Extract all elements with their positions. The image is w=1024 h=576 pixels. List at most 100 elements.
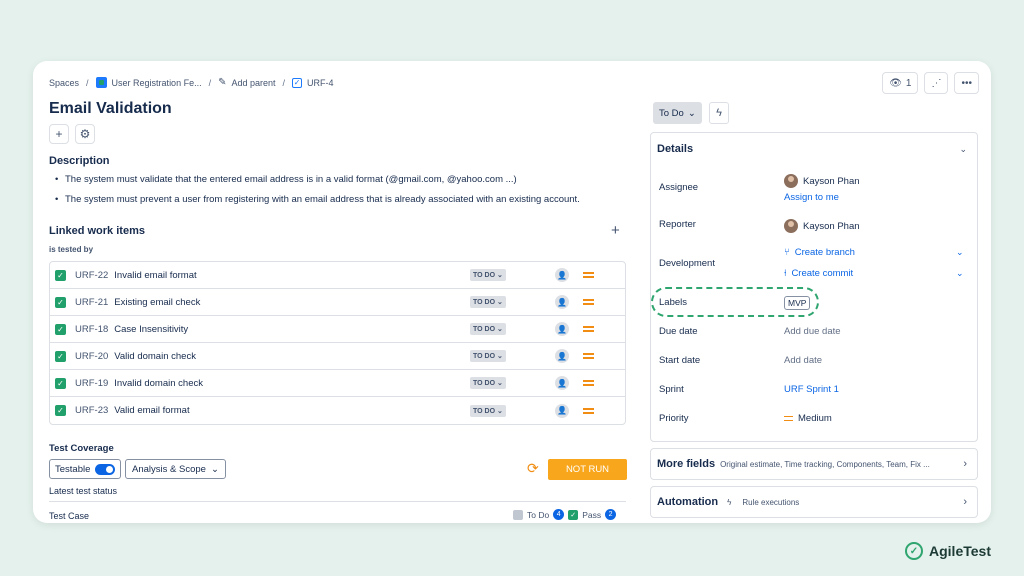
automation-button[interactable]: ϟ [709,102,729,124]
priority-medium-icon [583,326,594,332]
not-run-status[interactable]: NOT RUN [548,459,627,480]
item-key[interactable]: URF-21 [75,297,108,308]
item-summary[interactable]: Existing email check [114,297,200,308]
priority-value[interactable]: Medium [784,413,832,424]
add-parent-link[interactable]: Add parent [231,78,275,88]
list-item[interactable]: ✓ URF-21 Existing email check TO DO ⌄ 👤 [50,289,625,316]
unassigned-avatar-icon[interactable]: 👤 [555,349,569,363]
item-key[interactable]: URF-22 [75,270,108,281]
start-date-value[interactable]: Add date [784,355,822,366]
share-icon: ⋰ [931,77,942,89]
chevron-down-icon[interactable]: ⌄ [959,144,967,155]
automation-panel[interactable]: Automation ϟ Rule executions › [650,486,978,518]
sprint-value[interactable]: URF Sprint 1 [784,384,839,395]
list-item[interactable]: ✓ URF-20 Valid domain check TO DO ⌄ 👤 [50,343,625,370]
share-button[interactable]: ⋰ [924,72,949,94]
status-dropdown[interactable]: TO DO ⌄ [470,323,506,335]
unassigned-avatar-icon[interactable]: 👤 [555,268,569,282]
breadcrumb: Spaces / User Registration Fe... / ✎ Add… [49,77,334,88]
avatar [784,219,798,233]
status-dropdown-button[interactable]: To Do ⌄ [653,102,702,124]
item-summary[interactable]: Invalid email format [114,270,196,281]
item-summary[interactable]: Invalid domain check [114,378,203,389]
more-button[interactable]: ••• [954,72,979,94]
list-item[interactable]: ✓ URF-18 Case Insensitivity TO DO ⌄ 👤 [50,316,625,343]
pass-icon: ✓ [568,509,579,520]
chevron-down-icon: ⌄ [210,463,219,475]
start-date-label: Start date [659,355,701,366]
priority-medium-icon [583,299,594,305]
breadcrumb-project[interactable]: User Registration Fe... [112,78,202,88]
due-date-value[interactable]: Add due date [784,326,841,337]
item-key[interactable]: URF-23 [75,405,108,416]
refresh-icon[interactable]: ⟳ [527,460,539,477]
item-key[interactable]: URF-18 [75,324,108,335]
more-fields-panel[interactable]: More fields Original estimate, Time trac… [650,448,978,480]
divider [49,501,626,502]
unassigned-avatar-icon[interactable]: 👤 [555,376,569,390]
lightning-icon: ϟ [716,107,722,119]
settings-button[interactable]: ⚙ [75,124,95,144]
item-summary[interactable]: Case Insensitivity [114,324,188,335]
breadcrumb-issue-key[interactable]: URF-4 [307,78,334,88]
status-dropdown[interactable]: TO DO ⌄ [470,404,506,417]
add-linked-item-button[interactable]: + [611,222,620,239]
assignee-name: Kayson Phan [803,175,860,187]
unassigned-avatar-icon[interactable]: 👤 [555,322,569,336]
chevron-down-icon[interactable]: ⌄ [956,268,964,279]
status-dropdown[interactable]: TO DO ⌄ [470,269,506,281]
watch-button[interactable]: 👁 1 [882,72,919,94]
test-case-label: Test Case [49,511,90,521]
todo-icon [513,509,523,520]
description-heading: Description [49,155,110,167]
status-dropdown[interactable]: TO DO ⌄ [470,350,506,362]
item-key[interactable]: URF-19 [75,378,108,389]
brand-name: AgileTest [929,543,991,559]
list-item[interactable]: ✓ URF-19 Invalid domain check TO DO ⌄ 👤 [50,370,625,397]
chevron-right-icon: › [963,496,967,508]
item-summary[interactable]: Valid email format [114,405,189,416]
item-summary[interactable]: Valid domain check [114,351,196,362]
test-case-icon: ✓ [55,269,66,281]
assignee-value[interactable]: Kayson Phan [784,174,860,188]
list-item[interactable]: ✓ URF-22 Invalid email format TO DO ⌄ 👤 [50,262,625,289]
task-icon: ✓ [292,77,303,88]
create-branch-link[interactable]: ⑂ Create branch [784,247,855,258]
priority-medium-icon [583,272,594,278]
analysis-scope-label: Analysis & Scope [132,463,206,475]
item-key[interactable]: URF-20 [75,351,108,362]
todo-label: To Do [527,509,550,520]
list-item[interactable]: ✓ URF-23 Valid email format TO DO ⌄ 👤 [50,397,625,424]
branch-icon: ⑂ [784,247,790,258]
priority-medium-icon [583,380,594,386]
unassigned-avatar-icon[interactable]: 👤 [555,295,569,309]
description-bullet: The system must prevent a user from regi… [55,194,580,205]
linked-items-heading: Linked work items [49,225,145,237]
toggle-switch[interactable] [95,463,116,475]
unassigned-avatar-icon[interactable]: 👤 [555,403,569,418]
reporter-name: Kayson Phan [803,220,860,232]
test-case-stats: To Do 4 ✓ Pass 2 [513,509,617,520]
analysis-scope-dropdown[interactable]: Analysis & Scope ⌄ [125,459,226,479]
reporter-value[interactable]: Kayson Phan [784,219,860,233]
test-case-icon: ✓ [55,377,66,389]
sprint-label: Sprint [659,384,684,395]
pass-count-badge: 2 [605,509,617,520]
details-heading[interactable]: Details [657,143,693,155]
chevron-right-icon: › [963,458,967,470]
add-button[interactable]: + [49,124,69,144]
description-list[interactable]: The system must validate that the entere… [55,174,580,214]
testable-toggle[interactable]: Testable [49,459,122,479]
status-dropdown[interactable]: TO DO ⌄ [470,296,506,308]
create-commit-link[interactable]: ⍿ Create commit [784,268,853,279]
assign-to-me-link[interactable]: Assign to me [784,192,839,203]
chevron-down-icon[interactable]: ⌄ [956,247,964,258]
latest-test-status-label: Latest test status [49,486,118,496]
more-fields-title: More fields [657,458,716,470]
linked-items-list: ✓ URF-22 Invalid email format TO DO ⌄ 👤 … [49,261,626,425]
check-logo-icon: ✓ [905,542,923,560]
status-dropdown[interactable]: TO DO ⌄ [470,377,506,389]
breadcrumb-spaces[interactable]: Spaces [49,78,79,88]
page-title[interactable]: Email Validation [49,100,172,118]
chevron-down-icon: ⌄ [687,107,696,119]
